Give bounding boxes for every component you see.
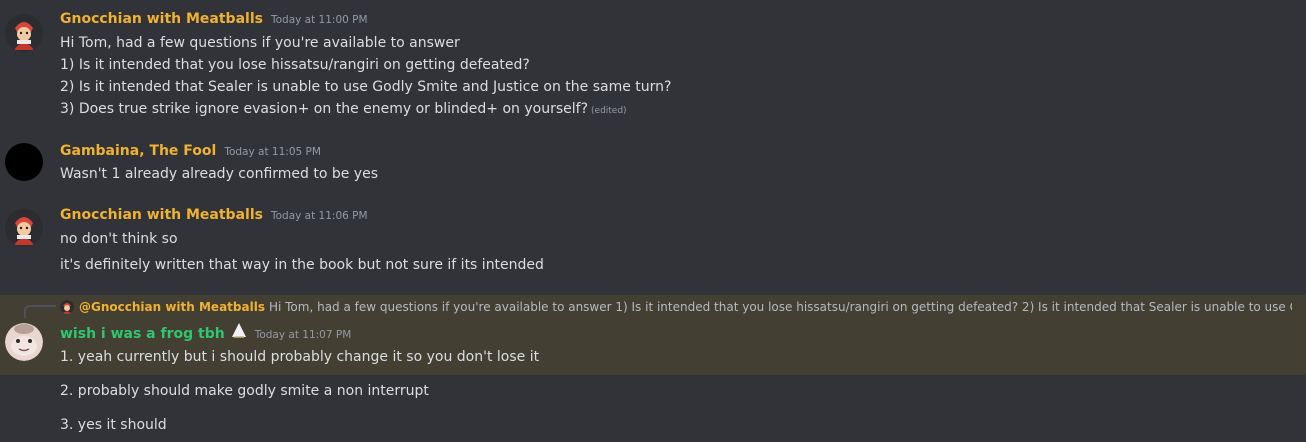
message-header: Gnocchian with Meatballs Today at 11:06 … (60, 207, 368, 227)
role-icon[interactable] (231, 322, 247, 342)
message-line: Hi Tom, had a few questions if you're av… (60, 35, 460, 51)
avatar-gambaina[interactable] (5, 143, 43, 181)
message-line: 1) Is it intended that you lose hissatsu… (60, 57, 530, 73)
message-line: 3) Does true strike ignore evasion+ on t… (60, 99, 627, 121)
message-line: 2) Is it intended that Sealer is unable … (60, 79, 672, 95)
message-header: wish i was a frog tbh Today at 11:07 PM (60, 322, 351, 342)
reply-mention[interactable]: @Gnocchian with Meatballs (79, 300, 265, 314)
reply-avatar (60, 300, 74, 314)
timestamp: Today at 11:06 PM (270, 210, 368, 222)
message-line: no don't think so (60, 231, 178, 247)
reply-text: Hi Tom, had a few questions if you're av… (268, 300, 1292, 314)
message-line: 2. probably should make godly smite a no… (60, 383, 429, 399)
message-text: 3) Does true strike ignore evasion+ on t… (60, 101, 589, 117)
reply-spine (24, 305, 56, 318)
message-line: 3. yes it should (60, 417, 167, 433)
chat-message-list: Gnocchian with Meatballs Today at 11:00 … (0, 0, 1306, 442)
timestamp: Today at 11:00 PM (270, 14, 368, 26)
message-header: Gambaina, The Fool Today at 11:05 PM (60, 143, 321, 163)
username[interactable]: wish i was a frog tbh (60, 326, 225, 342)
avatar-frog[interactable] (5, 323, 43, 361)
avatar-gnocchian[interactable] (5, 209, 43, 247)
avatar-gnocchian[interactable] (5, 14, 43, 52)
reply-preview[interactable]: @Gnocchian with Meatballs Hi Tom, had a f… (60, 297, 1292, 317)
username[interactable]: Gambaina, The Fool (60, 143, 216, 159)
message-line: 1. yeah currently but i should probably … (60, 349, 540, 365)
message-header: Gnocchian with Meatballs Today at 11:00 … (60, 11, 368, 31)
message-line: Wasn't 1 already already confirmed to be… (60, 166, 379, 182)
username[interactable]: Gnocchian with Meatballs (60, 207, 263, 223)
timestamp: Today at 11:07 PM (254, 329, 352, 341)
message-line: it's definitely written that way in the … (60, 257, 544, 273)
username[interactable]: Gnocchian with Meatballs (60, 11, 263, 27)
edited-label: (edited) (591, 106, 627, 116)
timestamp: Today at 11:05 PM (224, 146, 321, 158)
